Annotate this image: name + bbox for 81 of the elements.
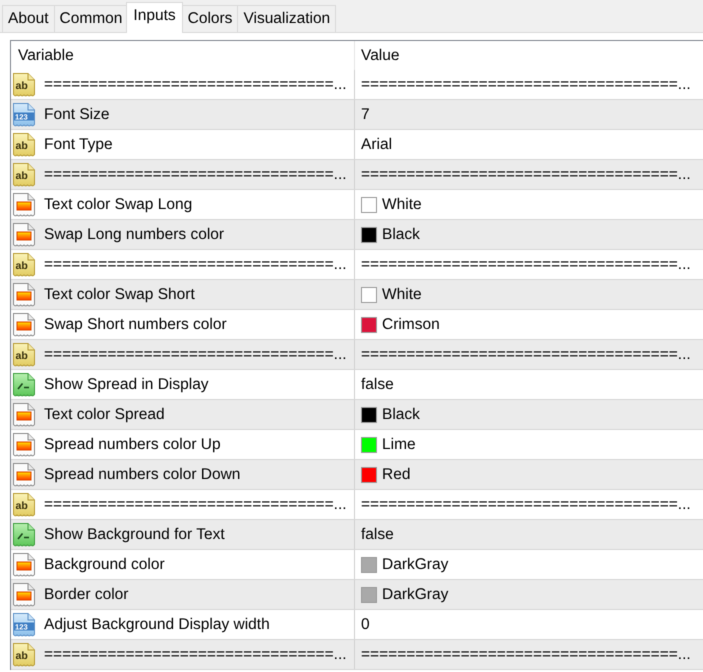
variable-name: ================================... <box>44 256 347 274</box>
variable-name: Text color Swap Short <box>44 286 195 304</box>
table-row[interactable]: ab ================================... ===================================... <box>11 160 703 190</box>
value-text: Crimson <box>382 316 440 334</box>
text-type-icon: ab <box>13 492 35 516</box>
table-row[interactable]: ab ================================... ===================================... <box>11 70 703 100</box>
value-text: ===================================... <box>361 166 691 184</box>
toggle-type-icon <box>13 372 35 396</box>
value-text: ===================================... <box>361 496 691 514</box>
table-row[interactable]: ab Font Type Arial <box>11 130 703 160</box>
variable-name: Border color <box>44 586 128 604</box>
color-type-icon <box>13 462 35 486</box>
variable-name: Adjust Background Display width <box>44 616 270 634</box>
variable-name: ================================... <box>44 76 347 94</box>
variable-name: ================================... <box>44 166 347 184</box>
table-row[interactable]: Background color DarkGray <box>11 550 703 580</box>
column-header: Variable <box>18 46 74 64</box>
text-type-icon: ab <box>13 342 35 366</box>
tab[interactable]: About <box>2 5 55 32</box>
value-text: Lime <box>382 436 416 454</box>
table-row[interactable]: Swap Long numbers color Black <box>11 220 703 250</box>
table-row[interactable]: ab ================================... ===================================... <box>11 490 703 520</box>
color-type-icon <box>13 192 35 216</box>
variable-name: ================================... <box>44 346 347 364</box>
value-text: 7 <box>361 106 370 124</box>
variable-name: Text color Spread <box>44 406 165 424</box>
table-row[interactable]: Show Spread in Display false <box>11 370 703 400</box>
variable-name: Background color <box>44 556 165 574</box>
variable-name: Show Spread in Display <box>44 376 209 394</box>
value-text: ===================================... <box>361 646 691 664</box>
value-text: DarkGray <box>382 586 448 604</box>
variable-name: Text color Swap Long <box>44 196 192 214</box>
value-text: White <box>382 286 422 304</box>
value-text: false <box>361 526 394 544</box>
text-type-icon: ab <box>13 642 35 666</box>
table-row[interactable]: ab ================================... ===================================... <box>11 340 703 370</box>
variable-name: ================================... <box>44 496 347 514</box>
variable-name: Spread numbers color Up <box>44 436 221 454</box>
value-text: ===================================... <box>361 256 691 274</box>
text-type-icon: ab <box>13 132 35 156</box>
toggle-type-icon <box>13 522 35 546</box>
value-text: Black <box>382 406 420 424</box>
table-row[interactable]: Swap Short numbers color Crimson <box>11 310 703 340</box>
tab[interactable]: Inputs <box>126 2 183 33</box>
variable-name: Show Background for Text <box>44 526 225 544</box>
value-text: Black <box>382 226 420 244</box>
text-type-icon: ab <box>13 72 35 96</box>
value-text: ===================================... <box>361 76 691 94</box>
color-type-icon <box>13 222 35 246</box>
value-text: DarkGray <box>382 556 448 574</box>
value-text: White <box>382 196 422 214</box>
table-row[interactable]: Text color Spread Black <box>11 400 703 430</box>
value-text: Red <box>382 466 410 484</box>
variable-name: ================================... <box>44 646 347 664</box>
color-type-icon <box>13 432 35 456</box>
table-row[interactable]: Text color Swap Short White <box>11 280 703 310</box>
variable-name: Spread numbers color Down <box>44 466 240 484</box>
value-text: 0 <box>361 616 370 634</box>
color-type-icon <box>13 402 35 426</box>
tab[interactable]: Visualization <box>237 5 336 32</box>
table-row[interactable]: ab ================================... ===================================... <box>11 640 703 670</box>
table-row[interactable]: Text color Swap Long White <box>11 190 703 220</box>
table-row[interactable]: Show Background for Text false <box>11 520 703 550</box>
value-text: false <box>361 376 394 394</box>
color-type-icon <box>13 582 35 606</box>
value-text: Arial <box>361 136 392 154</box>
table-row[interactable]: Spread numbers color Up Lime <box>11 430 703 460</box>
color-type-icon <box>13 282 35 306</box>
text-type-icon: ab <box>13 162 35 186</box>
value-text: ===================================... <box>361 346 691 364</box>
variable-name: Font Size <box>44 106 110 124</box>
variable-name: Swap Long numbers color <box>44 226 224 244</box>
variable-name: Swap Short numbers color <box>44 316 227 334</box>
color-type-icon <box>13 552 35 576</box>
variable-name: Font Type <box>44 136 113 154</box>
column-header: Value <box>361 46 400 64</box>
table-row[interactable]: ab ================================... ===================================... <box>11 250 703 280</box>
text-type-icon: ab <box>13 252 35 276</box>
table-row[interactable]: Spread numbers color Down Red <box>11 460 703 490</box>
color-type-icon <box>13 312 35 336</box>
table-row[interactable]: Border color DarkGray <box>11 580 703 610</box>
